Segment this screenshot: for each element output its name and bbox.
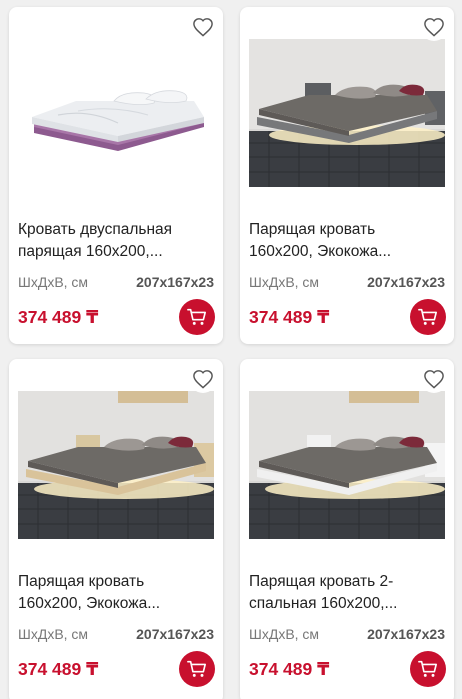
product-card[interactable]: Кровать двуспальная парящая 160х200,... … xyxy=(9,7,223,344)
product-image[interactable] xyxy=(18,39,214,187)
product-image[interactable] xyxy=(249,39,445,187)
product-image[interactable] xyxy=(249,391,445,539)
product-title-line-1: Парящая кровать 2- xyxy=(249,573,394,590)
product-title[interactable]: Парящая кровать 2- спальная 160х200,... xyxy=(249,571,445,615)
product-price: 374 489 ₸ xyxy=(18,307,99,327)
favorite-button[interactable] xyxy=(420,365,448,393)
cart-icon xyxy=(187,660,206,677)
product-title-line-1: Парящая кровать xyxy=(249,221,376,238)
add-to-cart-button[interactable] xyxy=(179,651,215,687)
heart-outline-icon xyxy=(193,18,213,37)
product-card[interactable]: Парящая кровать 160х200, Экокожа... ШхДх… xyxy=(240,7,454,344)
favorite-button[interactable] xyxy=(420,13,448,41)
heart-outline-icon xyxy=(424,18,444,37)
add-to-cart-button[interactable] xyxy=(179,299,215,335)
product-title-line-2: 160х200, Экокожа... xyxy=(249,243,392,260)
product-title[interactable]: Парящая кровать 160х200, Экокожа... xyxy=(18,571,214,615)
add-to-cart-button[interactable] xyxy=(410,651,446,687)
product-title-line-1: Кровать двуспальная xyxy=(18,221,173,238)
dimensions-label: ШхДхВ, см xyxy=(18,274,89,290)
dimensions-label: ШхДхВ, см xyxy=(18,626,89,642)
product-dimensions: ШхДхВ, см 207x167x23 xyxy=(249,274,445,290)
product-dimensions: ШхДхВ, см 207x167x23 xyxy=(18,274,214,290)
product-dimensions: ШхДхВ, см 207x167x23 xyxy=(249,626,445,642)
product-title-line-1: Парящая кровать xyxy=(18,573,145,590)
dimensions-value: 207x167x23 xyxy=(136,626,214,642)
product-title-line-2: спальная 160х200,... xyxy=(249,595,398,612)
add-to-cart-button[interactable] xyxy=(410,299,446,335)
cart-icon xyxy=(418,308,437,325)
product-title[interactable]: Парящая кровать 160х200, Экокожа... xyxy=(249,219,445,263)
favorite-button[interactable] xyxy=(189,365,217,393)
heart-outline-icon xyxy=(424,370,444,389)
dimensions-value: 207x167x23 xyxy=(367,626,445,642)
product-card[interactable]: Парящая кровать 160х200, Экокожа... ШхДх… xyxy=(9,359,223,699)
product-dimensions: ШхДхВ, см 207x167x23 xyxy=(18,626,214,642)
product-price: 374 489 ₸ xyxy=(249,659,330,679)
dimensions-value: 207x167x23 xyxy=(367,274,445,290)
dimensions-value: 207x167x23 xyxy=(136,274,214,290)
product-title[interactable]: Кровать двуспальная парящая 160х200,... xyxy=(18,219,214,263)
product-card[interactable]: Парящая кровать 2- спальная 160х200,... … xyxy=(240,359,454,699)
cart-icon xyxy=(418,660,437,677)
dimensions-label: ШхДхВ, см xyxy=(249,274,320,290)
favorite-button[interactable] xyxy=(189,13,217,41)
product-price: 374 489 ₸ xyxy=(18,659,99,679)
product-image[interactable] xyxy=(18,391,214,539)
cart-icon xyxy=(187,308,206,325)
product-title-line-2: парящая 160х200,... xyxy=(18,243,163,260)
heart-outline-icon xyxy=(193,370,213,389)
dimensions-label: ШхДхВ, см xyxy=(249,626,320,642)
product-grid: Кровать двуспальная парящая 160х200,... … xyxy=(0,0,462,699)
product-title-line-2: 160х200, Экокожа... xyxy=(18,595,161,612)
product-price: 374 489 ₸ xyxy=(249,307,330,327)
